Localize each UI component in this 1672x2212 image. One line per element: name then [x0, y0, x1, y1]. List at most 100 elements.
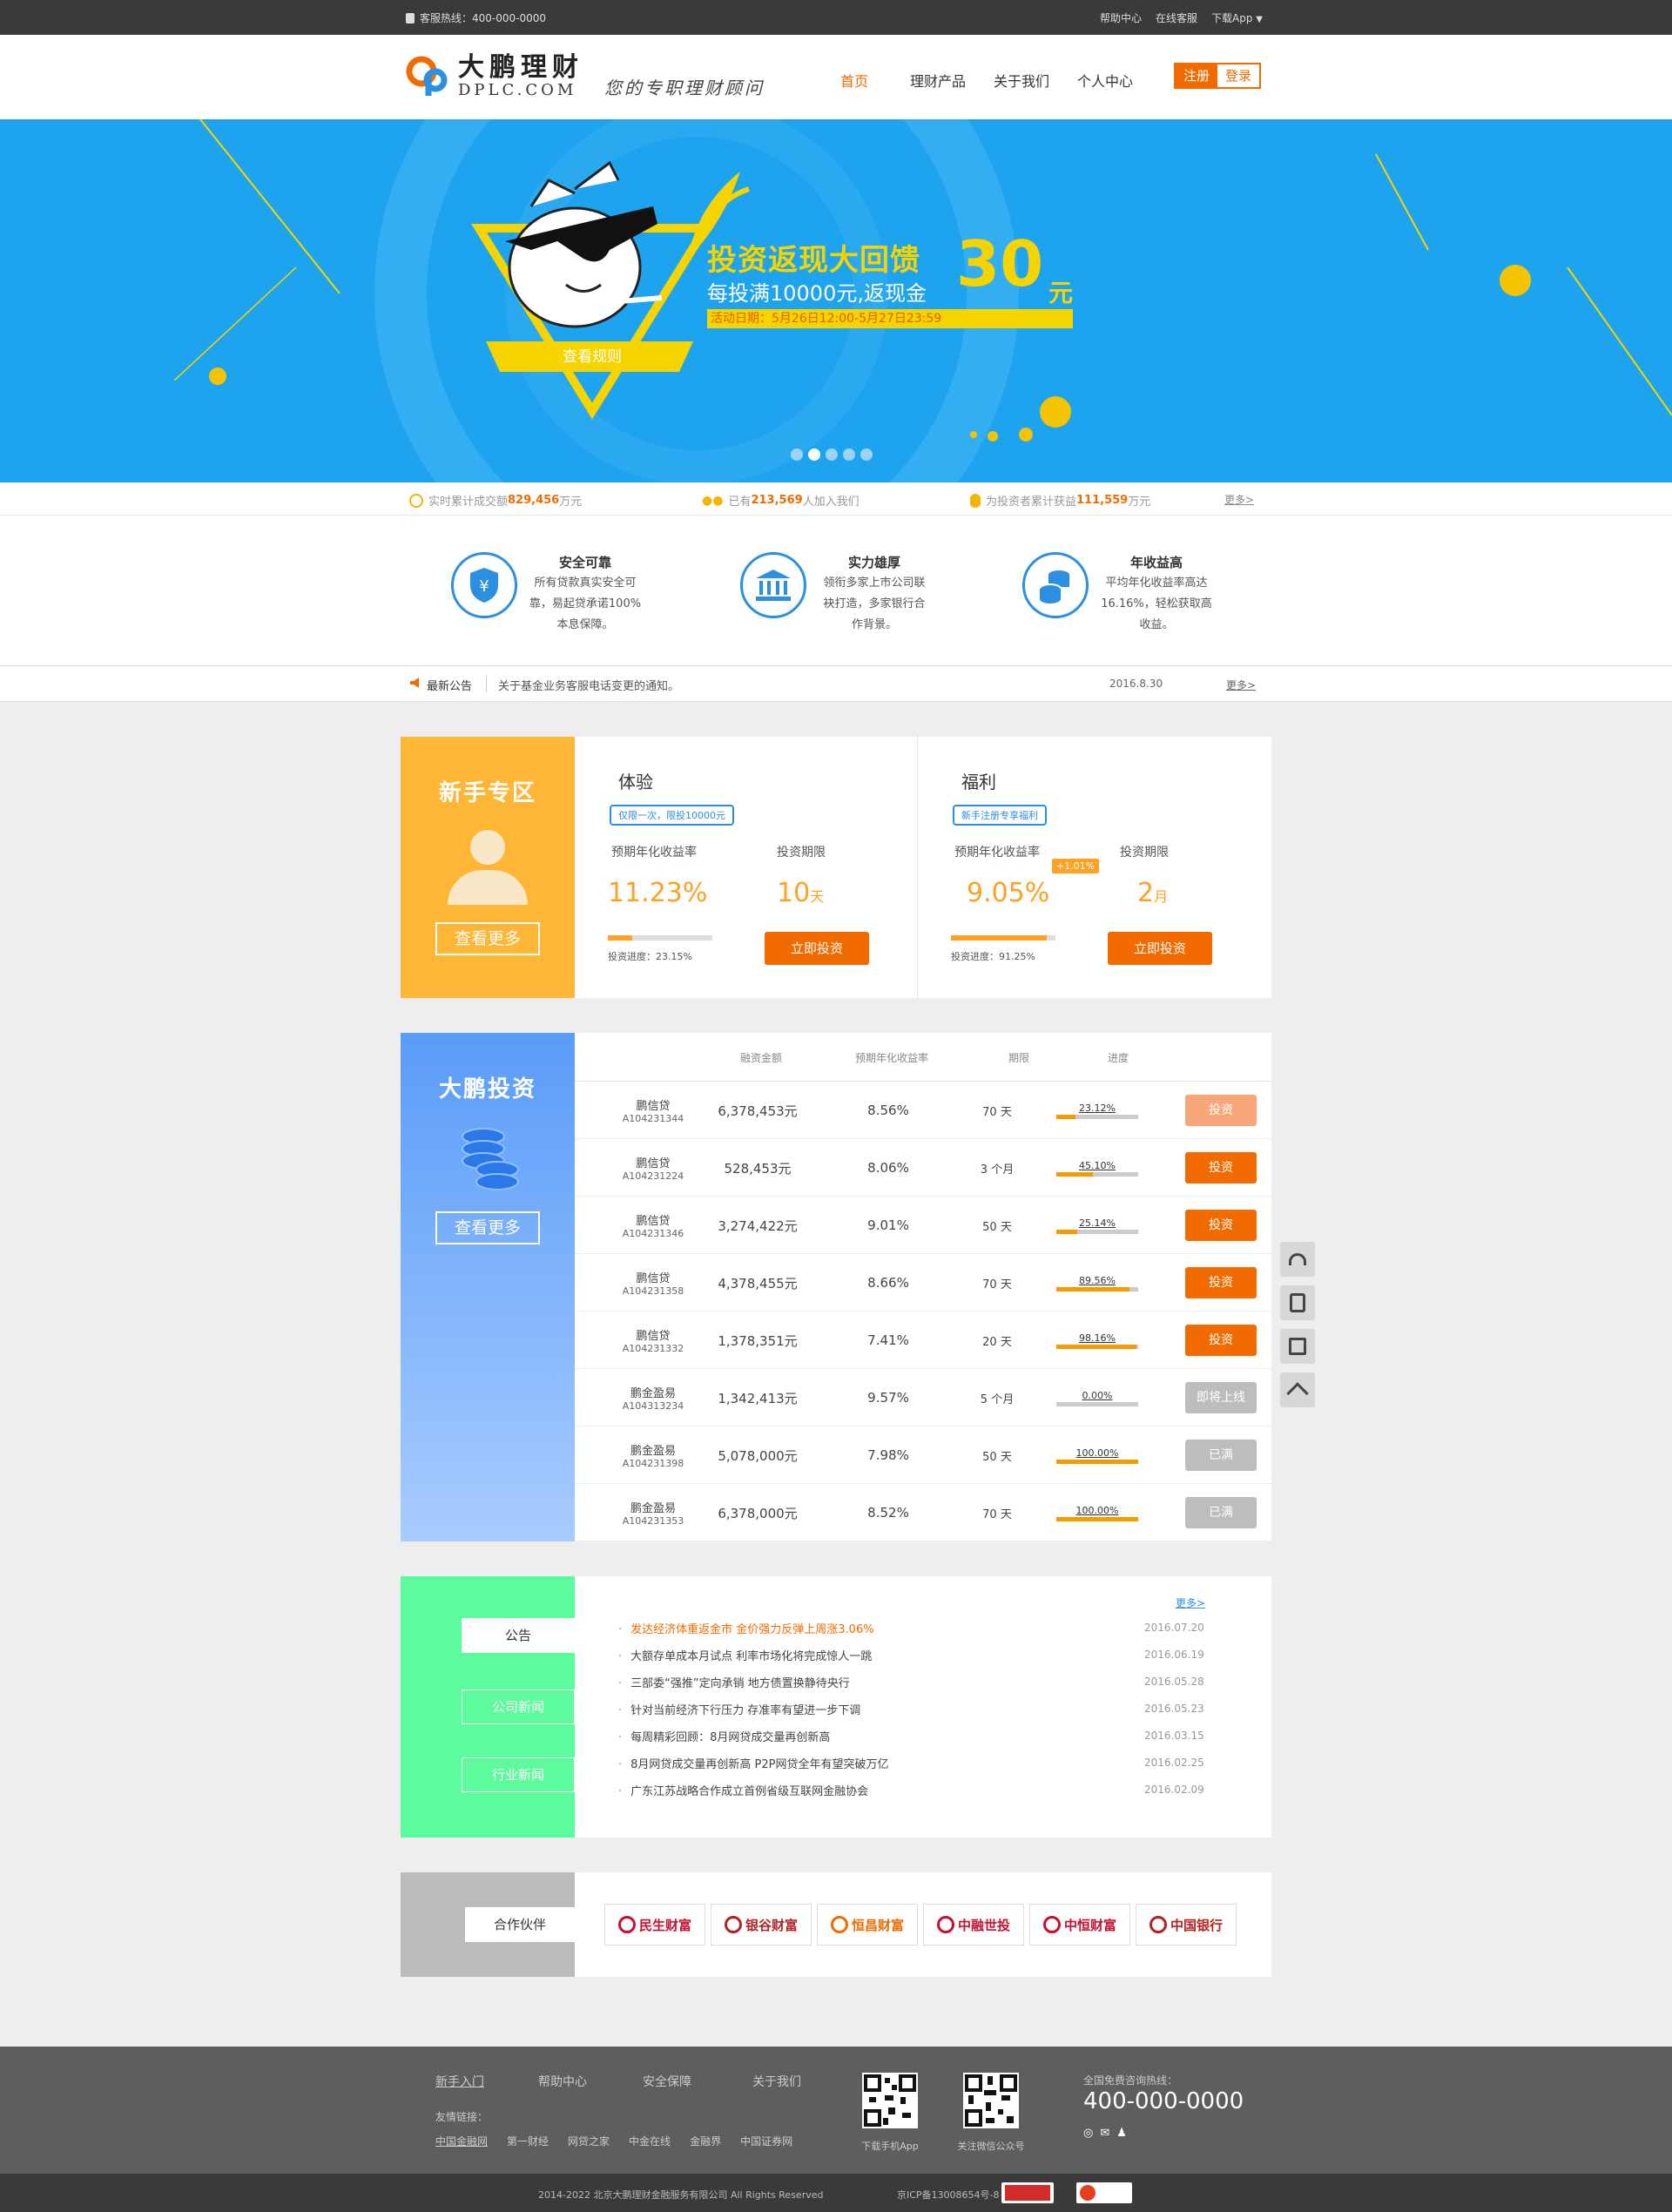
- invest-more-button[interactable]: 查看更多: [435, 1211, 540, 1244]
- invest-now-button[interactable]: 立即投资: [1108, 932, 1212, 965]
- promo-banner[interactable]: 投资返现大回馈 每投满10000元,返现金 30 元 活动日期：5月26日12:…: [0, 119, 1672, 482]
- nav-about[interactable]: 关于我们: [986, 70, 1057, 91]
- stat-label: 实时累计成交额: [428, 496, 509, 509]
- loan-name: 鹏信贷 A104231358: [601, 1254, 705, 1312]
- carousel-dots: [791, 448, 873, 461]
- tab-announcements[interactable]: 公告: [462, 1618, 575, 1653]
- footer-link-about[interactable]: 关于我们: [752, 2073, 801, 2090]
- newbie-more-button[interactable]: 查看更多: [435, 922, 540, 955]
- carousel-dot[interactable]: [808, 448, 820, 461]
- progress-text: 投资进度：23.15%: [608, 951, 692, 962]
- view-rules-button[interactable]: 查看规则: [531, 344, 653, 370]
- carousel-dot[interactable]: [826, 448, 838, 461]
- stat-value: 829,456: [508, 494, 560, 507]
- invest-button[interactable]: 已满: [1185, 1440, 1257, 1471]
- partner-logo[interactable]: 银谷财富: [711, 1904, 812, 1946]
- login-button[interactable]: 登录: [1217, 64, 1259, 87]
- loan-action: 投资: [1184, 1254, 1257, 1312]
- coins-icon: [1022, 552, 1089, 618]
- customer-service-tool[interactable]: [1280, 1242, 1315, 1277]
- edit-icon: [1289, 1338, 1306, 1355]
- footer: 新手入门 帮助中心 安全保障 关于我们 友情链接： 中国金融网 第一财经 网贷之家 中…: [0, 2047, 1672, 2174]
- stat-unit: 万元: [559, 496, 583, 509]
- invest-button[interactable]: 即将上线: [1185, 1382, 1257, 1413]
- tab-industry-news[interactable]: 行业新闻: [462, 1757, 575, 1792]
- partner-logo[interactable]: 中恒财富: [1029, 1904, 1130, 1946]
- invest-button[interactable]: 投资: [1185, 1210, 1257, 1241]
- notice-text-link[interactable]: 关于基金业务客服电话变更的通知。: [498, 677, 679, 693]
- footer-link-newbie[interactable]: 新手入门: [435, 2073, 484, 2090]
- carousel-dot[interactable]: [791, 448, 803, 461]
- stat-label: 为投资者累计获益: [986, 496, 1077, 509]
- invest-now-button[interactable]: 立即投资: [765, 932, 869, 965]
- friend-link[interactable]: 中金在线: [629, 2134, 671, 2148]
- friend-link[interactable]: 中国证券网: [740, 2134, 792, 2148]
- partner-logo[interactable]: 民生财富: [604, 1904, 705, 1946]
- feature-desc: 袂打造，多家银行合: [823, 597, 926, 610]
- product-card-welfare: 福利 新手注册专享福利 预期年化收益率 投资期限 9.05% +1.01% 2月…: [918, 737, 1261, 998]
- download-app-link[interactable]: 下载App ▼: [1211, 10, 1263, 25]
- progress-fill: [1056, 1459, 1138, 1464]
- news-item[interactable]: · 每周精彩回顾：8月网贷成交量再创新高: [618, 1728, 830, 1744]
- news-more-link[interactable]: 更多>: [1176, 1595, 1205, 1610]
- partner-logo[interactable]: 恒昌财富: [817, 1904, 918, 1946]
- friend-link[interactable]: 中国金融网: [435, 2134, 488, 2148]
- partner-logo[interactable]: 中融世投: [923, 1904, 1024, 1946]
- partner-emblem-icon: [1149, 1916, 1167, 1933]
- friend-link[interactable]: 金融界: [690, 2134, 721, 2148]
- news-item[interactable]: · 大额存单成本月试点 利率市场化将完成惊人一跳: [618, 1647, 872, 1663]
- help-center-link[interactable]: 帮助中心: [1100, 10, 1142, 25]
- carousel-dot[interactable]: [860, 448, 873, 461]
- bullet-icon: ·: [618, 1758, 623, 1771]
- nav-account[interactable]: 个人中心: [1069, 70, 1141, 91]
- loan-amount: 1,378,351元: [718, 1332, 798, 1349]
- product-term: 10天: [777, 878, 824, 908]
- loan-action: 投资: [1184, 1082, 1257, 1139]
- invest-button[interactable]: 投资: [1185, 1267, 1257, 1298]
- mail-icon[interactable]: ✉: [1100, 2127, 1109, 2140]
- back-to-top-tool[interactable]: [1280, 1372, 1315, 1407]
- table-row: 鹏信贷 A104231358 4,378,455元 8.66% 70 天 89.56% 投资: [575, 1254, 1271, 1312]
- notice-more-link[interactable]: 更多>: [1226, 678, 1256, 692]
- nav-home[interactable]: 首页: [819, 70, 890, 91]
- register-button[interactable]: 注册: [1176, 64, 1217, 87]
- loan-title: 鹏信贷: [636, 1215, 671, 1228]
- invest-button[interactable]: 投资: [1185, 1095, 1257, 1126]
- tab-company-news[interactable]: 公司新闻: [462, 1689, 575, 1724]
- stats-more-link[interactable]: 更多>: [1224, 492, 1254, 507]
- friend-link[interactable]: 第一财经: [507, 2134, 549, 2148]
- news-item[interactable]: · 三部委“强推”定向承销 地方债置换静待央行: [618, 1674, 850, 1690]
- friend-links-label: 友情链接：: [435, 2111, 489, 2123]
- trust-badge[interactable]: [1001, 2182, 1054, 2203]
- loan-amount: 3,274,422元: [718, 1217, 798, 1234]
- loan-term: 20 天: [982, 1335, 1012, 1349]
- table-row: 鹏金盈易 A104313234 1,342,413元 9.57% 5 个月 0.00% 即将…: [575, 1369, 1271, 1426]
- news-date: 2016.06.19: [1144, 1649, 1204, 1661]
- friend-link[interactable]: 网贷之家: [568, 2134, 610, 2148]
- qq-icon[interactable]: ♟: [1116, 2127, 1127, 2140]
- news-item[interactable]: · 发达经济体重返金市 金价强力反弹上周涨3.06%: [618, 1620, 874, 1636]
- loan-rate: 8.66%: [867, 1275, 909, 1291]
- stats-bar: 实时累计成交额 829,456 万元 ●● 已有 213,569 人加入我们 为投资者累…: [0, 482, 1672, 516]
- online-service-link[interactable]: 在线客服: [1156, 10, 1197, 25]
- news-item[interactable]: · 8月网贷成交量再创新高 P2P网贷全年有望突破万亿: [618, 1755, 889, 1771]
- news-item[interactable]: · 针对当前经济下行压力 存准率有望进一步下调: [618, 1701, 860, 1717]
- invest-section: 大鹏投资 查看更多 融资金额 预期年化收益率 期限 进度 鹏信贷 A1042313…: [401, 1033, 1271, 1541]
- logo[interactable]: 大鹏理财 DPLC.COM 您的专职理财顾问: [406, 54, 765, 99]
- footer-link-security[interactable]: 安全保障: [643, 2073, 691, 2090]
- rate-label: 预期年化收益率: [611, 846, 697, 860]
- invest-button[interactable]: 已满: [1185, 1497, 1257, 1528]
- trust-badge[interactable]: [1076, 2182, 1132, 2203]
- news-item[interactable]: · 广东江苏战略合作成立首例省级互联网金融协会: [618, 1782, 868, 1798]
- partner-logo[interactable]: 中国银行: [1136, 1904, 1237, 1946]
- carousel-dot[interactable]: [843, 448, 855, 461]
- loan-action: 已满: [1184, 1426, 1257, 1484]
- footer-link-help[interactable]: 帮助中心: [538, 2073, 587, 2090]
- weibo-icon[interactable]: ◎: [1083, 2127, 1093, 2140]
- invest-button[interactable]: 投资: [1185, 1325, 1257, 1356]
- feedback-tool[interactable]: [1280, 1329, 1315, 1364]
- invest-button[interactable]: 投资: [1185, 1152, 1257, 1184]
- nav-products[interactable]: 理财产品: [902, 70, 974, 91]
- feature-title: 年收益高: [1129, 555, 1183, 570]
- app-download-tool[interactable]: [1280, 1285, 1315, 1320]
